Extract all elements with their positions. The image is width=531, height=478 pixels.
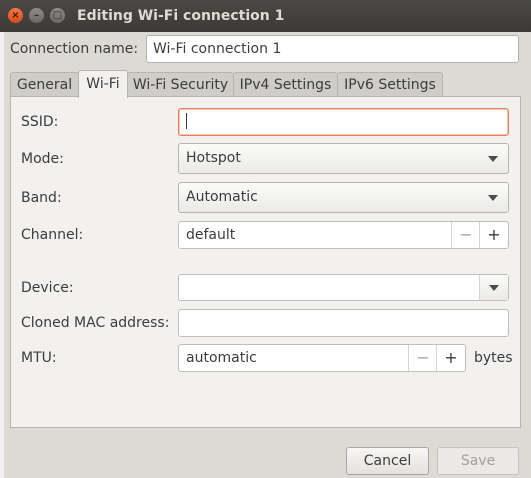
chevron-down-icon bbox=[489, 285, 499, 291]
mtu-spinner[interactable]: automatic − + bbox=[178, 344, 466, 372]
text-cursor bbox=[186, 113, 187, 129]
ssid-input[interactable] bbox=[178, 108, 509, 136]
window-title: Editing Wi-Fi connection 1 bbox=[77, 8, 285, 24]
cloned-mac-label: Cloned MAC address: bbox=[21, 315, 170, 331]
device-dropdown-button[interactable] bbox=[479, 275, 508, 300]
device-label: Device: bbox=[21, 280, 74, 296]
mtu-value: automatic bbox=[186, 350, 257, 366]
cloned-mac-input[interactable] bbox=[178, 309, 509, 337]
ssid-label: SSID: bbox=[21, 114, 59, 130]
background-window-edge bbox=[0, 32, 4, 478]
minimize-window-icon[interactable]: – bbox=[29, 8, 44, 23]
band-label: Band: bbox=[21, 190, 62, 206]
chevron-down-icon bbox=[488, 156, 498, 162]
connection-name-input[interactable] bbox=[146, 35, 519, 63]
channel-increment-button[interactable]: + bbox=[479, 222, 508, 248]
device-combo[interactable] bbox=[178, 274, 509, 301]
close-window-icon[interactable]: × bbox=[8, 8, 23, 23]
mtu-increment-button[interactable]: + bbox=[436, 345, 465, 371]
title-bar: × – □ Editing Wi-Fi connection 1 bbox=[0, 0, 531, 32]
chevron-down-icon bbox=[488, 195, 498, 201]
channel-value: default bbox=[186, 227, 236, 243]
band-dropdown[interactable]: Automatic bbox=[178, 182, 509, 213]
connection-name-label: Connection name: bbox=[10, 41, 139, 57]
mtu-unit-label: bytes bbox=[474, 350, 513, 366]
channel-spinner[interactable]: default − + bbox=[178, 221, 509, 249]
mtu-label: MTU: bbox=[21, 350, 57, 366]
tab-ipv6-settings[interactable]: IPv6 Settings bbox=[337, 72, 443, 97]
mode-dropdown[interactable]: Hotspot bbox=[178, 143, 509, 174]
mtu-decrement-button[interactable]: − bbox=[408, 345, 437, 371]
channel-label: Channel: bbox=[21, 227, 84, 243]
band-value: Automatic bbox=[186, 189, 258, 205]
mode-label: Mode: bbox=[21, 151, 64, 167]
channel-decrement-button[interactable]: − bbox=[451, 222, 480, 248]
tab-ipv4-settings[interactable]: IPv4 Settings bbox=[233, 72, 338, 97]
save-button[interactable]: Save bbox=[437, 447, 519, 475]
mode-value: Hotspot bbox=[186, 150, 241, 166]
cancel-button[interactable]: Cancel bbox=[346, 447, 429, 475]
tab-wifi[interactable]: Wi-Fi bbox=[78, 70, 128, 98]
tab-wifi-security[interactable]: Wi-Fi Security bbox=[127, 72, 234, 97]
maximize-window-icon[interactable]: □ bbox=[50, 8, 65, 23]
tab-general[interactable]: General bbox=[10, 72, 79, 97]
